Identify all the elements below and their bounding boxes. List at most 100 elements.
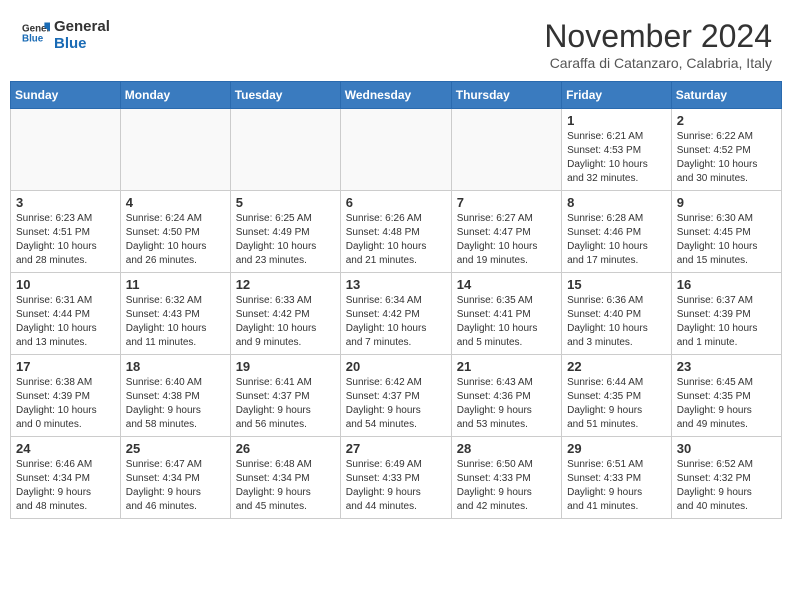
- day-info: Sunrise: 6:42 AM Sunset: 4:37 PM Dayligh…: [346, 376, 446, 432]
- logo-icon: General Blue: [22, 19, 50, 47]
- day-number: 27: [346, 441, 446, 456]
- day-info: Sunrise: 6:52 AM Sunset: 4:32 PM Dayligh…: [677, 458, 776, 514]
- day-number: 12: [236, 277, 335, 292]
- day-cell: 27 Sunrise: 6:49 AM Sunset: 4:33 PM Dayli…: [340, 437, 451, 519]
- day-number: 22: [567, 359, 666, 374]
- day-info: Sunrise: 6:45 AM Sunset: 4:35 PM Dayligh…: [677, 376, 776, 432]
- column-header-friday: Friday: [562, 82, 672, 109]
- day-number: 21: [457, 359, 556, 374]
- day-number: 24: [16, 441, 115, 456]
- day-cell: 3 Sunrise: 6:23 AM Sunset: 4:51 PM Daylig…: [11, 191, 121, 273]
- day-cell: 17 Sunrise: 6:38 AM Sunset: 4:39 PM Dayli…: [11, 355, 121, 437]
- header: General Blue General Blue November 2024 …: [10, 10, 782, 75]
- day-number: 18: [126, 359, 225, 374]
- day-cell: 2 Sunrise: 6:22 AM Sunset: 4:52 PM Daylig…: [671, 109, 781, 191]
- day-cell: 13 Sunrise: 6:34 AM Sunset: 4:42 PM Dayli…: [340, 273, 451, 355]
- column-header-thursday: Thursday: [451, 82, 561, 109]
- logo-general: General: [54, 18, 110, 35]
- day-cell: 30 Sunrise: 6:52 AM Sunset: 4:32 PM Dayli…: [671, 437, 781, 519]
- day-info: Sunrise: 6:44 AM Sunset: 4:35 PM Dayligh…: [567, 376, 666, 432]
- day-cell: 6Sunrise: 6:26 AM Sunset: 4:48 PM Daylig…: [340, 191, 451, 273]
- day-cell: 20 Sunrise: 6:42 AM Sunset: 4:37 PM Dayli…: [340, 355, 451, 437]
- day-number: 2: [677, 113, 776, 128]
- day-cell: 7 Sunrise: 6:27 AM Sunset: 4:47 PM Daylig…: [451, 191, 561, 273]
- day-number: 5: [236, 195, 335, 210]
- day-number: 14: [457, 277, 556, 292]
- day-cell: 1Sunrise: 6:21 AM Sunset: 4:53 PM Daylig…: [562, 109, 672, 191]
- day-info: Sunrise: 6:46 AM Sunset: 4:34 PM Dayligh…: [16, 458, 115, 514]
- day-info: Sunrise: 6:34 AM Sunset: 4:42 PM Dayligh…: [346, 294, 446, 350]
- day-number: 13: [346, 277, 446, 292]
- day-info: Sunrise: 6:38 AM Sunset: 4:39 PM Dayligh…: [16, 376, 115, 432]
- week-row-5: 24 Sunrise: 6:46 AM Sunset: 4:34 PM Dayli…: [11, 437, 782, 519]
- day-cell: 14 Sunrise: 6:35 AM Sunset: 4:41 PM Dayli…: [451, 273, 561, 355]
- day-info: Sunrise: 6:36 AM Sunset: 4:40 PM Dayligh…: [567, 294, 666, 350]
- day-number: 15: [567, 277, 666, 292]
- column-header-monday: Monday: [120, 82, 230, 109]
- day-info: Sunrise: 6:27 AM Sunset: 4:47 PM Dayligh…: [457, 212, 556, 268]
- day-number: 28: [457, 441, 556, 456]
- logo: General Blue General Blue: [20, 18, 110, 52]
- week-row-2: 3 Sunrise: 6:23 AM Sunset: 4:51 PM Daylig…: [11, 191, 782, 273]
- day-info: Sunrise: 6:40 AM Sunset: 4:38 PM Dayligh…: [126, 376, 225, 432]
- day-cell: 10 Sunrise: 6:31 AM Sunset: 4:44 PM Dayli…: [11, 273, 121, 355]
- calendar-header: SundayMondayTuesdayWednesdayThursdayFrid…: [11, 82, 782, 109]
- day-cell: 21 Sunrise: 6:43 AM Sunset: 4:36 PM Dayli…: [451, 355, 561, 437]
- day-info: Sunrise: 6:41 AM Sunset: 4:37 PM Dayligh…: [236, 376, 335, 432]
- week-row-1: 1Sunrise: 6:21 AM Sunset: 4:53 PM Daylig…: [11, 109, 782, 191]
- day-number: 7: [457, 195, 556, 210]
- title-area: November 2024 Caraffa di Catanzaro, Cala…: [544, 18, 772, 71]
- column-header-sunday: Sunday: [11, 82, 121, 109]
- day-cell: [230, 109, 340, 191]
- day-cell: [120, 109, 230, 191]
- day-cell: [451, 109, 561, 191]
- day-cell: 15 Sunrise: 6:36 AM Sunset: 4:40 PM Dayli…: [562, 273, 672, 355]
- day-cell: 4Sunrise: 6:24 AM Sunset: 4:50 PM Daylig…: [120, 191, 230, 273]
- day-info: Sunrise: 6:33 AM Sunset: 4:42 PM Dayligh…: [236, 294, 335, 350]
- day-cell: 9 Sunrise: 6:30 AM Sunset: 4:45 PM Daylig…: [671, 191, 781, 273]
- day-info: Sunrise: 6:43 AM Sunset: 4:36 PM Dayligh…: [457, 376, 556, 432]
- day-cell: [11, 109, 121, 191]
- day-number: 19: [236, 359, 335, 374]
- day-number: 9: [677, 195, 776, 210]
- calendar-table: SundayMondayTuesdayWednesdayThursdayFrid…: [10, 81, 782, 519]
- day-number: 20: [346, 359, 446, 374]
- day-info: Sunrise: 6:35 AM Sunset: 4:41 PM Dayligh…: [457, 294, 556, 350]
- day-number: 25: [126, 441, 225, 456]
- logo-blue: Blue: [54, 35, 110, 52]
- day-cell: 16 Sunrise: 6:37 AM Sunset: 4:39 PM Dayli…: [671, 273, 781, 355]
- column-header-tuesday: Tuesday: [230, 82, 340, 109]
- day-number: 17: [16, 359, 115, 374]
- day-info: Sunrise: 6:48 AM Sunset: 4:34 PM Dayligh…: [236, 458, 335, 514]
- day-cell: 12 Sunrise: 6:33 AM Sunset: 4:42 PM Dayli…: [230, 273, 340, 355]
- day-cell: 26 Sunrise: 6:48 AM Sunset: 4:34 PM Dayli…: [230, 437, 340, 519]
- svg-text:Blue: Blue: [22, 33, 44, 44]
- day-number: 11: [126, 277, 225, 292]
- subtitle: Caraffa di Catanzaro, Calabria, Italy: [544, 55, 772, 71]
- day-info: Sunrise: 6:50 AM Sunset: 4:33 PM Dayligh…: [457, 458, 556, 514]
- column-header-saturday: Saturday: [671, 82, 781, 109]
- day-cell: 22 Sunrise: 6:44 AM Sunset: 4:35 PM Dayli…: [562, 355, 672, 437]
- day-info: Sunrise: 6:23 AM Sunset: 4:51 PM Dayligh…: [16, 212, 115, 268]
- day-info: Sunrise: 6:25 AM Sunset: 4:49 PM Dayligh…: [236, 212, 335, 268]
- day-number: 16: [677, 277, 776, 292]
- day-number: 30: [677, 441, 776, 456]
- day-number: 8: [567, 195, 666, 210]
- day-number: 10: [16, 277, 115, 292]
- day-info: Sunrise: 6:37 AM Sunset: 4:39 PM Dayligh…: [677, 294, 776, 350]
- day-info: Sunrise: 6:51 AM Sunset: 4:33 PM Dayligh…: [567, 458, 666, 514]
- day-number: 4: [126, 195, 225, 210]
- day-number: 26: [236, 441, 335, 456]
- day-info: Sunrise: 6:28 AM Sunset: 4:46 PM Dayligh…: [567, 212, 666, 268]
- day-info: Sunrise: 6:49 AM Sunset: 4:33 PM Dayligh…: [346, 458, 446, 514]
- day-info: Sunrise: 6:30 AM Sunset: 4:45 PM Dayligh…: [677, 212, 776, 268]
- day-cell: 28 Sunrise: 6:50 AM Sunset: 4:33 PM Dayli…: [451, 437, 561, 519]
- day-info: Sunrise: 6:31 AM Sunset: 4:44 PM Dayligh…: [16, 294, 115, 350]
- day-info: Sunrise: 6:22 AM Sunset: 4:52 PM Dayligh…: [677, 130, 776, 186]
- month-title: November 2024: [544, 18, 772, 55]
- day-cell: 24 Sunrise: 6:46 AM Sunset: 4:34 PM Dayli…: [11, 437, 121, 519]
- day-cell: 5 Sunrise: 6:25 AM Sunset: 4:49 PM Daylig…: [230, 191, 340, 273]
- day-info: Sunrise: 6:21 AM Sunset: 4:53 PM Dayligh…: [567, 130, 666, 186]
- day-number: 3: [16, 195, 115, 210]
- day-cell: 29Sunrise: 6:51 AM Sunset: 4:33 PM Dayli…: [562, 437, 672, 519]
